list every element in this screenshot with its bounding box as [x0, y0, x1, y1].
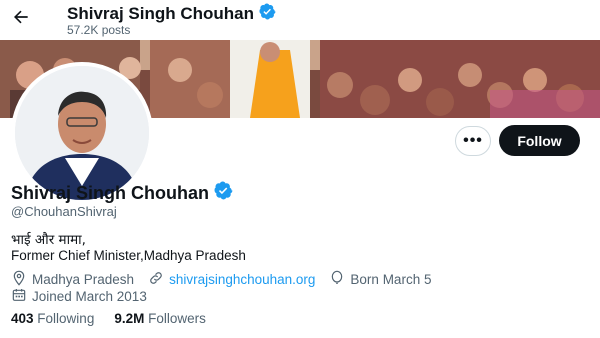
header-name: Shivraj Singh Chouhan: [67, 4, 255, 23]
follow-button[interactable]: Follow: [499, 125, 580, 156]
more-horizontal-icon: •••: [463, 132, 483, 149]
birthday-text: Born March 5: [350, 272, 432, 287]
following-link[interactable]: 403 Following: [11, 311, 94, 326]
more-options-button[interactable]: •••: [455, 126, 491, 156]
website-item[interactable]: shivrajsinghchouhan.org: [148, 270, 315, 289]
follow-stats: 403 Following 9.2M Followers: [11, 311, 226, 326]
followers-label: Followers: [148, 311, 206, 326]
joined-item: Joined March 2013: [11, 287, 147, 306]
profile-name-row: Shivraj Singh Chouhan: [11, 181, 233, 205]
post-count: 57.2K posts: [67, 23, 131, 37]
following-count: 403: [11, 311, 34, 326]
back-button[interactable]: [8, 6, 34, 32]
top-name-row: Shivraj Singh Chouhan: [67, 3, 276, 25]
website-link[interactable]: shivrajsinghchouhan.org: [169, 272, 315, 287]
birthday-item: Born March 5: [329, 270, 431, 289]
calendar-icon: [11, 287, 32, 306]
followers-count: 9.2M: [114, 311, 145, 326]
bio-line-1: भाई और मामा,: [11, 232, 86, 248]
arrow-left-icon: [11, 7, 31, 32]
bio-line-2: Former Chief Minister,Madhya Pradesh: [11, 248, 246, 263]
profile-name: Shivraj Singh Chouhan: [11, 182, 210, 203]
followers-link[interactable]: 9.2M Followers: [114, 311, 206, 326]
profile-meta-row-2: Joined March 2013: [11, 287, 161, 306]
bottom-strip: [0, 334, 600, 338]
profile-handle: @ChouhanShivraj: [11, 204, 117, 219]
profile-top-bar: Shivraj Singh Chouhan 57.2K posts: [0, 0, 600, 40]
following-label: Following: [37, 311, 95, 326]
balloon-icon: [329, 270, 350, 289]
joined-text: Joined March 2013: [32, 289, 147, 304]
verified-badge-icon: [259, 3, 276, 25]
location-text: Madhya Pradesh: [32, 272, 135, 287]
verified-badge-icon[interactable]: [214, 181, 233, 205]
